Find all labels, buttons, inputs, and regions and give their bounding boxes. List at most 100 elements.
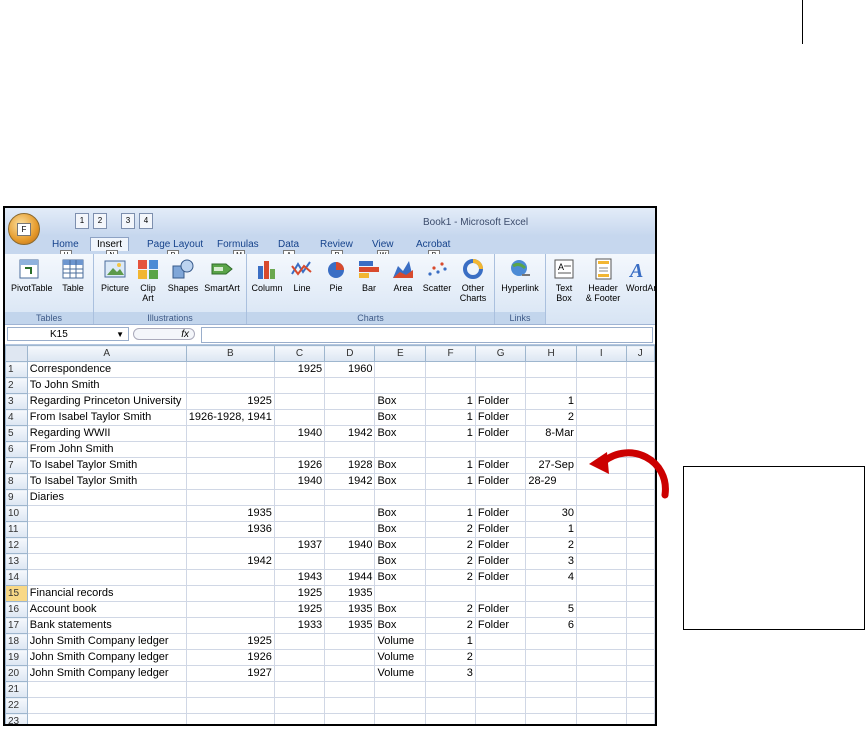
cell-c[interactable]: 1937 — [273, 537, 326, 554]
row-header[interactable]: 22 — [5, 697, 28, 714]
cell-d[interactable] — [324, 505, 376, 522]
cell-e[interactable]: Box — [374, 537, 427, 554]
row-header[interactable]: 18 — [5, 633, 28, 650]
cell-a[interactable]: To Isabel Taylor Smith — [26, 473, 187, 490]
cell-g[interactable] — [474, 489, 527, 506]
cell-g[interactable] — [474, 361, 527, 378]
cell-f[interactable]: 1 — [425, 409, 476, 426]
tab-formulas[interactable]: Formulas — [217, 239, 259, 250]
cell-e[interactable]: Box — [374, 569, 427, 586]
cell-a[interactable] — [26, 521, 187, 538]
cell-i[interactable] — [575, 361, 627, 378]
row-header[interactable]: 19 — [5, 649, 28, 666]
cell-c[interactable] — [273, 681, 326, 698]
cell-h[interactable]: 2 — [525, 409, 577, 426]
cell-c[interactable] — [273, 441, 326, 458]
cell-e[interactable]: Box — [374, 425, 427, 442]
cell-a[interactable] — [26, 537, 187, 554]
cell-e[interactable]: Box — [374, 505, 427, 522]
smartart-button[interactable]: SmartArt — [202, 258, 242, 293]
cell-i[interactable] — [575, 553, 627, 570]
row-header[interactable]: 11 — [5, 521, 28, 538]
cell-h[interactable] — [525, 697, 577, 714]
cell-c[interactable] — [273, 553, 326, 570]
cell-f[interactable] — [425, 681, 476, 698]
cell-e[interactable] — [374, 585, 427, 602]
column-header[interactable]: G — [474, 345, 527, 362]
cell-e[interactable] — [374, 489, 427, 506]
cell-b[interactable] — [185, 697, 275, 714]
cell-e[interactable]: Box — [374, 521, 427, 538]
cell-a[interactable]: Bank statements — [26, 617, 187, 634]
cell-b[interactable] — [185, 569, 275, 586]
cell-b[interactable] — [185, 473, 275, 490]
cell-f[interactable] — [425, 713, 476, 724]
cell-a[interactable]: John Smith Company ledger — [26, 633, 187, 650]
cell-b[interactable] — [185, 601, 275, 618]
cell-d[interactable]: 1928 — [324, 457, 376, 474]
cell-h[interactable]: 1 — [525, 521, 577, 538]
cell-j[interactable] — [625, 665, 655, 682]
cell-g[interactable] — [474, 649, 527, 666]
column-header[interactable]: E — [374, 345, 427, 362]
row-header[interactable]: 17 — [5, 617, 28, 634]
cell-j[interactable] — [625, 361, 655, 378]
qat-key-2[interactable]: 2 — [93, 213, 107, 229]
column-header[interactable]: F — [425, 345, 476, 362]
name-box-dropdown-icon[interactable]: ▼ — [116, 328, 124, 342]
name-box[interactable]: K15 ▼ — [7, 327, 129, 341]
cell-f[interactable] — [425, 585, 476, 602]
office-button[interactable]: F — [8, 213, 40, 245]
cell-f[interactable]: 2 — [425, 649, 476, 666]
cell-e[interactable] — [374, 697, 427, 714]
cell-h[interactable]: 5 — [525, 601, 577, 618]
cell-j[interactable] — [625, 697, 655, 714]
cell-f[interactable] — [425, 441, 476, 458]
cell-g[interactable]: Folder — [474, 393, 527, 410]
row-header[interactable]: 3 — [5, 393, 28, 410]
insert-function-button[interactable]: fx — [133, 328, 195, 340]
cell-h[interactable]: 8-Mar — [525, 425, 577, 442]
cell-f[interactable]: 3 — [425, 665, 476, 682]
cell-e[interactable]: Volume — [374, 633, 427, 650]
cell-h[interactable]: 1 — [525, 393, 577, 410]
cell-f[interactable]: 2 — [425, 569, 476, 586]
cell-f[interactable]: 1 — [425, 505, 476, 522]
cell-d[interactable]: 1944 — [324, 569, 376, 586]
cell-f[interactable] — [425, 489, 476, 506]
cell-g[interactable] — [474, 697, 527, 714]
cell-i[interactable] — [575, 521, 627, 538]
formula-input[interactable] — [201, 327, 653, 343]
row-header[interactable]: 23 — [5, 713, 28, 724]
cell-i[interactable] — [575, 409, 627, 426]
cell-e[interactable]: Volume — [374, 649, 427, 666]
cell-e[interactable]: Box — [374, 601, 427, 618]
row-header[interactable]: 2 — [5, 377, 28, 394]
cell-c[interactable]: 1943 — [273, 569, 326, 586]
cell-i[interactable] — [575, 569, 627, 586]
cell-b[interactable] — [185, 489, 275, 506]
cell-d[interactable]: 1940 — [324, 537, 376, 554]
cell-g[interactable] — [474, 713, 527, 724]
cell-g[interactable] — [474, 441, 527, 458]
row-header[interactable]: 16 — [5, 601, 28, 618]
tab-home[interactable]: Home — [52, 239, 79, 250]
cell-a[interactable]: From Isabel Taylor Smith — [26, 409, 187, 426]
qat-key-3[interactable]: 3 — [121, 213, 135, 229]
cell-g[interactable]: Folder — [474, 425, 527, 442]
column-header[interactable]: I — [575, 345, 627, 362]
cell-h[interactable] — [525, 633, 577, 650]
cell-i[interactable] — [575, 377, 627, 394]
cell-b[interactable] — [185, 425, 275, 442]
cell-i[interactable] — [575, 681, 627, 698]
cell-a[interactable]: Financial records — [26, 585, 187, 602]
cell-f[interactable]: 2 — [425, 521, 476, 538]
cell-i[interactable] — [575, 633, 627, 650]
cell-g[interactable] — [474, 377, 527, 394]
cell-g[interactable] — [474, 585, 527, 602]
cell-f[interactable]: 1 — [425, 393, 476, 410]
cell-b[interactable]: 1926-1928, 1941 — [185, 409, 275, 426]
cell-d[interactable]: 1960 — [324, 361, 376, 378]
cell-g[interactable]: Folder — [474, 601, 527, 618]
row-header[interactable]: 5 — [5, 425, 28, 442]
